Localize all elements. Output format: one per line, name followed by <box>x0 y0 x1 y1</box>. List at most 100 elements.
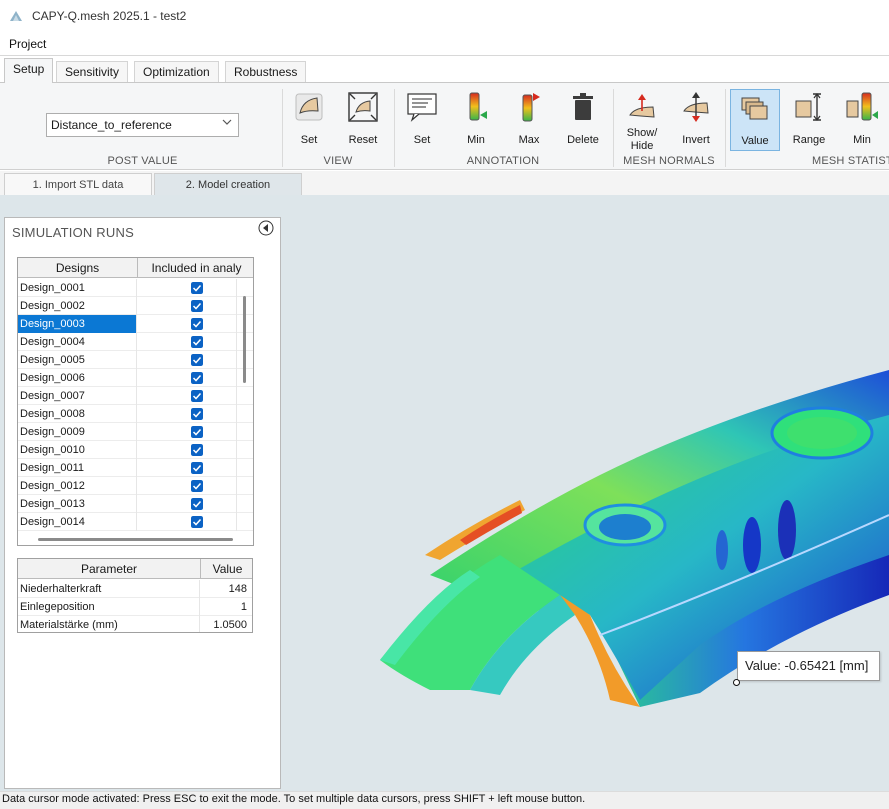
tab-robustness[interactable]: Robustness <box>225 61 307 82</box>
design-name-cell[interactable]: Design_0005 <box>18 351 137 369</box>
table-row[interactable]: Materialstärke (mm) 1.0500 <box>18 616 252 632</box>
included-cell <box>138 441 237 459</box>
step-tab-model-creation[interactable]: 2. Model creation <box>154 173 302 195</box>
annotation-max-button[interactable]: Max <box>504 89 554 151</box>
ribbon-separator <box>725 89 726 167</box>
design-name-cell[interactable]: Design_0004 <box>18 333 137 351</box>
data-cursor-tooltip: Value: -0.65421 [mm] <box>737 651 880 681</box>
group-label-view: VIEW <box>323 155 353 167</box>
table-row[interactable]: Design_0012 <box>18 477 253 495</box>
table-row[interactable]: Design_0014 <box>18 513 253 531</box>
tab-optimization[interactable]: Optimization <box>134 61 219 82</box>
table-row[interactable]: Design_0010 <box>18 441 253 459</box>
panel-title: SIMULATION RUNS <box>12 225 134 240</box>
checkbox-checked-icon[interactable] <box>191 372 203 384</box>
checkbox-checked-icon[interactable] <box>191 318 203 330</box>
design-name-cell[interactable]: Design_0009 <box>18 423 137 441</box>
checkbox-checked-icon[interactable] <box>191 408 203 420</box>
annotation-delete-button[interactable]: Delete <box>558 89 608 151</box>
design-name-cell[interactable]: Design_0012 <box>18 477 137 495</box>
table-row[interactable]: Niederhalterkraft 148 <box>18 580 252 598</box>
simulation-runs-panel: SIMULATION RUNS Designs Included in anal… <box>4 217 281 789</box>
checkbox-checked-icon[interactable] <box>191 300 203 312</box>
checkbox-checked-icon[interactable] <box>191 282 203 294</box>
normals-show-hide-label: Show/Hide <box>617 127 667 153</box>
checkbox-checked-icon[interactable] <box>191 516 203 528</box>
table-row[interactable]: Design_0009 <box>18 423 253 441</box>
design-name-cell[interactable]: Design_0014 <box>18 513 137 531</box>
view-set-icon <box>295 93 323 121</box>
checkbox-checked-icon[interactable] <box>191 390 203 402</box>
view-reset-icon <box>348 92 378 122</box>
step-tabs: 1. Import STL data 2. Model creation <box>0 171 889 195</box>
table-row[interactable]: Design_0006 <box>18 369 253 387</box>
checkbox-checked-icon[interactable] <box>191 426 203 438</box>
parameter-value-cell[interactable]: 1 <box>201 598 250 616</box>
table-row[interactable]: Design_0008 <box>18 405 253 423</box>
normals-invert-button[interactable]: Invert <box>671 89 721 151</box>
stats-min-button[interactable]: Min <box>837 89 887 151</box>
menu-bar: Project <box>0 32 889 56</box>
table-row[interactable]: Design_0002 <box>18 297 253 315</box>
column-header-parameter[interactable]: Parameter <box>18 559 201 579</box>
table-row[interactable]: Design_0003 <box>18 315 253 333</box>
column-header-designs[interactable]: Designs <box>18 258 138 278</box>
table-row[interactable]: Design_0011 <box>18 459 253 477</box>
view-reset-button[interactable]: Reset <box>338 89 388 151</box>
vertical-scrollbar[interactable] <box>243 296 246 383</box>
table-row[interactable]: Design_0007 <box>18 387 253 405</box>
design-name-cell[interactable]: Design_0006 <box>18 369 137 387</box>
horizontal-scrollbar[interactable] <box>38 538 233 541</box>
checkbox-checked-icon[interactable] <box>191 336 203 348</box>
parameter-value-cell[interactable]: 148 <box>201 580 250 598</box>
collapse-panel-icon[interactable] <box>258 220 274 236</box>
design-name-cell[interactable]: Design_0010 <box>18 441 137 459</box>
table-row[interactable]: Design_0001 <box>18 279 253 297</box>
stats-min-label: Min <box>853 134 871 146</box>
table-row[interactable]: Einlegeposition 1 <box>18 598 252 616</box>
checkbox-checked-icon[interactable] <box>191 498 203 510</box>
parameter-name-cell: Einlegeposition <box>18 598 200 616</box>
stats-range-icon <box>795 93 821 121</box>
design-name-cell[interactable]: Design_0008 <box>18 405 137 423</box>
step-tab-import[interactable]: 1. Import STL data <box>4 173 152 195</box>
table-row[interactable]: Design_0004 <box>18 333 253 351</box>
annotation-set-button[interactable]: Set <box>397 89 447 151</box>
parameter-value-cell[interactable]: 1.0500 <box>201 616 250 632</box>
column-header-value[interactable]: Value <box>201 559 252 579</box>
annotation-min-button[interactable]: Min <box>451 89 501 151</box>
included-cell <box>138 459 237 477</box>
capy-logo-icon <box>10 11 22 21</box>
group-label-post-value: POST VALUE <box>107 155 178 167</box>
designs-grid: Designs Included in analy Design_0001 Des… <box>17 257 254 546</box>
design-name-cell[interactable]: Design_0007 <box>18 387 137 405</box>
normals-show-hide-button[interactable]: Show/Hide <box>617 89 667 153</box>
included-cell <box>138 513 237 531</box>
design-name-cell[interactable]: Design_0013 <box>18 495 137 513</box>
stats-range-button[interactable]: Range <box>784 89 834 151</box>
checkbox-checked-icon[interactable] <box>191 480 203 492</box>
tab-setup[interactable]: Setup <box>4 58 54 83</box>
ribbon-separator <box>613 89 614 167</box>
included-cell <box>138 477 237 495</box>
design-name-cell[interactable]: Design_0002 <box>18 297 137 315</box>
tab-sensitivity[interactable]: Sensitivity <box>56 61 129 82</box>
checkbox-checked-icon[interactable] <box>191 444 203 456</box>
checkbox-checked-icon[interactable] <box>191 462 203 474</box>
table-row[interactable]: Design_0013 <box>18 495 253 513</box>
column-header-included[interactable]: Included in analy <box>138 258 253 278</box>
design-name-cell[interactable]: Design_0001 <box>18 279 137 297</box>
menu-project[interactable]: Project <box>0 32 55 56</box>
view-set-button[interactable]: Set <box>284 89 334 151</box>
group-label-mesh-statistics: MESH STATIST <box>812 155 889 167</box>
design-name-cell[interactable]: Design_0011 <box>18 459 137 477</box>
data-cursor-marker[interactable] <box>733 679 740 686</box>
3d-viewport[interactable]: SIMULATION RUNS Designs Included in anal… <box>0 195 889 791</box>
post-value-select[interactable]: Distance_to_reference <box>46 113 239 137</box>
checkbox-checked-icon[interactable] <box>191 354 203 366</box>
annotation-min-label: Min <box>467 134 485 146</box>
table-row[interactable]: Design_0005 <box>18 351 253 369</box>
stats-value-button[interactable]: Value <box>730 89 780 151</box>
design-name-cell[interactable]: Design_0003 <box>18 315 137 333</box>
parameter-name-cell: Materialstärke (mm) <box>18 616 200 632</box>
